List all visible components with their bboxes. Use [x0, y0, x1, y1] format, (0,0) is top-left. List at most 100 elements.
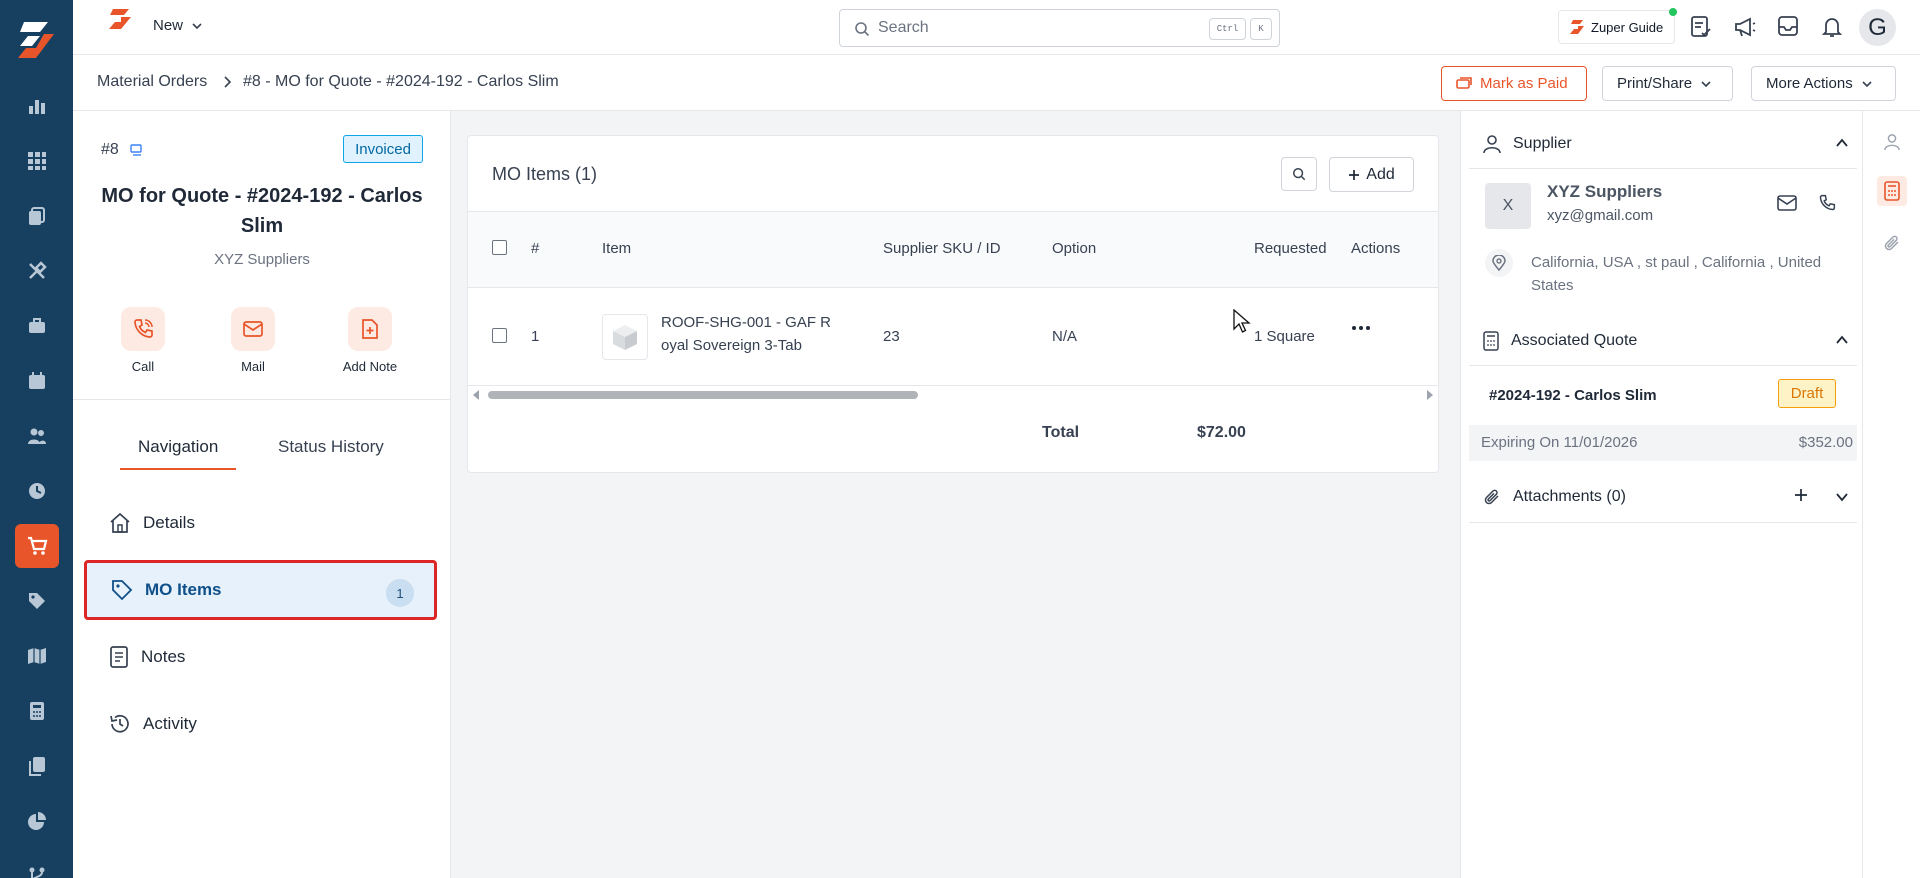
order-number-text: #8: [101, 141, 119, 158]
row-actions-menu-icon[interactable]: [1351, 324, 1371, 332]
search-icon: [854, 21, 870, 37]
mo-items-title: MO Items (1): [492, 164, 598, 184]
row-requested: 1 Square: [1254, 328, 1315, 345]
attachment-paperclip-icon[interactable]: [1877, 228, 1907, 258]
chevron-down-icon: [1700, 78, 1712, 90]
supplier-name: XYZ Suppliers: [1547, 182, 1663, 201]
analytics-pie-icon[interactable]: [15, 799, 59, 843]
nav-item-activity[interactable]: Activity: [85, 694, 435, 754]
announcements-megaphone-icon[interactable]: [1733, 15, 1757, 39]
associated-quote-section-header[interactable]: Associated Quote: [1469, 316, 1857, 366]
breadcrumb-material-orders-link[interactable]: Material Orders: [97, 73, 207, 91]
tab-navigation[interactable]: Navigation: [138, 437, 218, 457]
scroll-right-icon[interactable]: [1426, 390, 1434, 400]
mail-action[interactable]: Mail: [208, 307, 298, 374]
search-input[interactable]: Search Ctrl K: [839, 9, 1280, 47]
tag-icon: [111, 579, 133, 601]
row-index: 1: [531, 328, 540, 345]
calculator-icon[interactable]: [15, 689, 59, 733]
more-actions-button[interactable]: More Actions: [1751, 66, 1896, 101]
print-share-button[interactable]: Print/Share: [1602, 66, 1733, 101]
reports-icon[interactable]: [15, 84, 59, 128]
nav-item-details[interactable]: Details: [85, 493, 435, 553]
new-dropdown-button[interactable]: New: [153, 17, 203, 34]
notifications-bell-icon[interactable]: [1821, 15, 1843, 39]
files-icon[interactable]: [15, 744, 59, 788]
zuper-guide-button[interactable]: Zuper Guide: [1558, 8, 1677, 44]
add-attachment-plus-icon[interactable]: [1794, 488, 1808, 502]
total-value: $72.00: [1197, 424, 1246, 441]
new-label: New: [153, 17, 184, 34]
chevron-up-icon[interactable]: [1835, 333, 1849, 347]
row-item-name-line1[interactable]: ROOF-SHG-001 - GAF R: [661, 314, 831, 331]
mark-as-paid-button[interactable]: Mark as Paid: [1441, 66, 1587, 101]
search-icon: [1292, 167, 1306, 181]
row-item-name-line2[interactable]: oyal Sovereign 3-Tab: [661, 337, 802, 354]
jobs-briefcase-icon[interactable]: [15, 304, 59, 348]
select-all-checkbox[interactable]: [492, 240, 507, 255]
purchase-cart-icon[interactable]: [15, 524, 59, 568]
copy-icon[interactable]: [129, 143, 143, 157]
calendar-icon[interactable]: [15, 359, 59, 403]
contact-person-icon[interactable]: [1877, 127, 1907, 157]
col-item: Item: [602, 240, 632, 257]
dashboard-icon[interactable]: [15, 139, 59, 183]
order-number: #8: [101, 141, 143, 159]
location-pin-icon: [1485, 249, 1513, 277]
divider: [73, 399, 451, 400]
col-option: Option: [1052, 240, 1097, 257]
email-supplier-icon[interactable]: [1777, 195, 1797, 211]
tab-status-history[interactable]: Status History: [278, 437, 384, 457]
online-indicator: [1669, 8, 1677, 16]
search-placeholder: Search: [878, 19, 929, 36]
workflow-icon[interactable]: [15, 854, 59, 878]
quote-calculator-icon[interactable]: [1877, 176, 1907, 206]
inbox-icon[interactable]: [1777, 15, 1799, 37]
documents-icon[interactable]: [15, 194, 59, 238]
brand-mark-icon: [107, 8, 133, 30]
order-title: MO for Quote - #2024-192 - Carlos Slim: [101, 185, 423, 237]
more-actions-label: More Actions: [1766, 75, 1853, 92]
top-bar: New Search Ctrl K Zuper Guide G: [73, 0, 1920, 55]
customers-icon[interactable]: [15, 414, 59, 458]
call-action[interactable]: Call: [98, 307, 188, 374]
call-supplier-icon[interactable]: [1818, 194, 1836, 212]
home-icon: [109, 512, 131, 534]
add-label: Add: [1366, 165, 1395, 183]
order-supplier: XYZ Suppliers: [214, 251, 310, 268]
person-icon: [1483, 134, 1501, 154]
zuper-logo-icon[interactable]: [14, 20, 58, 60]
quote-expiring: Expiring On 11/01/2026: [1481, 434, 1638, 451]
horizontal-scrollbar[interactable]: [472, 388, 1434, 400]
row-checkbox[interactable]: [492, 328, 507, 343]
chevron-down-icon[interactable]: [1835, 490, 1849, 504]
nav-item-notes[interactable]: Notes: [85, 627, 435, 687]
supplier-section-header[interactable]: Supplier: [1469, 119, 1857, 169]
tag-icon[interactable]: [15, 579, 59, 623]
attachments-section-header[interactable]: Attachments (0): [1469, 471, 1857, 523]
quote-link[interactable]: #2024-192 - Carlos Slim: [1489, 387, 1657, 404]
order-summary-panel: #8 Invoiced MO for Quote - #2024-192 - C…: [73, 111, 451, 878]
zuper-guide-label: Zuper Guide: [1591, 19, 1664, 35]
add-note-action[interactable]: Add Note: [325, 307, 415, 374]
shortcut-ctrl-key: Ctrl: [1209, 18, 1246, 40]
col-actions: Actions: [1351, 240, 1401, 257]
nav-details-label: Details: [143, 513, 195, 532]
tasks-icon[interactable]: [1690, 15, 1712, 39]
nav-item-mo-items[interactable]: MO Items 1: [84, 560, 437, 620]
history-icon: [109, 713, 131, 735]
print-share-label: Print/Share: [1617, 75, 1693, 92]
scroll-thumb[interactable]: [488, 391, 918, 399]
add-item-button[interactable]: Add: [1329, 157, 1414, 192]
map-icon[interactable]: [15, 634, 59, 678]
user-avatar[interactable]: G: [1859, 9, 1896, 46]
timesheet-clock-icon[interactable]: [15, 469, 59, 513]
tools-icon[interactable]: [15, 249, 59, 293]
scroll-left-icon[interactable]: [472, 390, 480, 400]
quote-expiry-row: Expiring On 11/01/2026 $352.00: [1469, 425, 1857, 461]
mail-label: Mail: [241, 359, 265, 374]
search-items-button[interactable]: [1281, 157, 1317, 191]
table-header: # Item Supplier SKU / ID Option Requeste…: [468, 211, 1438, 288]
chevron-up-icon[interactable]: [1835, 136, 1849, 150]
supplier-address: California, USA , st paul , California ,…: [1531, 254, 1822, 294]
